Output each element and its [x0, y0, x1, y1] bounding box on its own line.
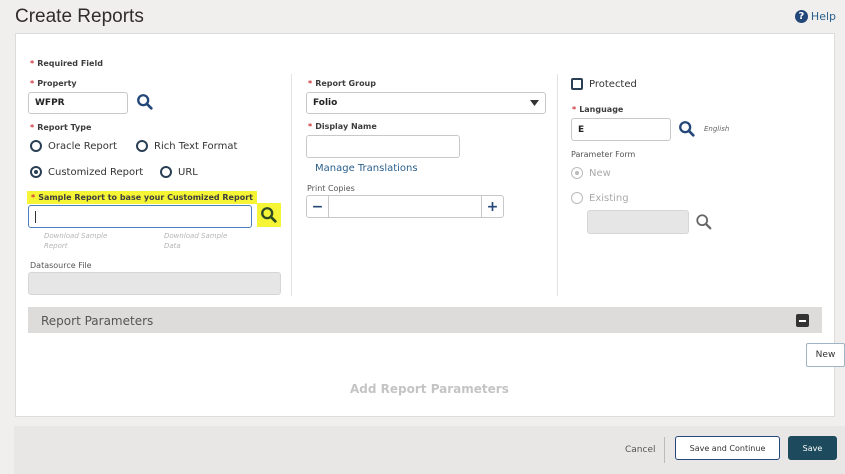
sample-report-input[interactable]: [28, 205, 252, 228]
sample-report-search-icon[interactable]: [260, 206, 278, 224]
cancel-button[interactable]: Cancel: [625, 445, 656, 455]
radio-dot-selected: [571, 167, 583, 179]
column-divider: [291, 74, 292, 296]
radio-url[interactable]: URL: [160, 166, 198, 178]
collapse-icon[interactable]: [796, 314, 809, 327]
language-search-icon[interactable]: [678, 120, 696, 138]
protected-checkbox[interactable]: Protected: [571, 78, 637, 90]
text-cursor: [35, 210, 36, 223]
property-label: * Property: [30, 79, 77, 88]
property-search-icon[interactable]: [136, 93, 154, 111]
decrement-button[interactable]: −: [307, 196, 329, 217]
download-sample-report-link[interactable]: Download Sample Report: [44, 231, 124, 251]
existing-parameter-input: [587, 210, 689, 234]
save-button[interactable]: Save: [788, 436, 837, 460]
sample-report-label: * Sample Report to base your Customized R…: [27, 191, 257, 204]
radio-rich-text-format[interactable]: Rich Text Format: [136, 140, 237, 152]
footer-divider: [664, 437, 665, 463]
property-input[interactable]: WFPR: [28, 92, 128, 114]
language-description: English: [704, 125, 730, 133]
language-input[interactable]: E: [571, 118, 671, 141]
datasource-file-label: Datasource File: [30, 261, 92, 270]
parameter-form-label: Parameter Form: [571, 150, 636, 159]
print-copies-input[interactable]: [329, 196, 481, 217]
display-name-input[interactable]: [306, 135, 460, 158]
save-and-continue-button[interactable]: Save and Continue: [675, 436, 780, 460]
radio-parameter-existing: Existing: [571, 192, 629, 204]
print-copies-stepper: − +: [306, 195, 504, 218]
radio-dot: [571, 192, 583, 204]
column-divider: [557, 74, 558, 296]
radio-dot: [30, 140, 42, 152]
radio-oracle-report[interactable]: Oracle Report: [30, 140, 117, 152]
new-parameter-button[interactable]: New: [806, 343, 845, 367]
language-label: * Language: [572, 105, 624, 114]
display-name-label: * Display Name: [308, 122, 377, 131]
report-group-label: * Report Group: [308, 79, 376, 88]
radio-dot: [136, 140, 148, 152]
help-icon: ?: [794, 10, 808, 23]
required-field-note: * Required Field: [30, 59, 103, 68]
print-copies-label: Print Copies: [307, 184, 355, 193]
report-parameters-title: Report Parameters: [41, 314, 154, 328]
checkbox-box: [571, 78, 583, 90]
radio-parameter-new: New: [571, 167, 611, 179]
page-title: Create Reports: [15, 6, 144, 27]
radio-customized-report[interactable]: Customized Report: [30, 166, 143, 178]
report-type-label: * Report Type: [30, 123, 92, 132]
radio-dot: [160, 166, 172, 178]
help-link[interactable]: ? Help: [794, 10, 836, 23]
report-group-select[interactable]: Folio: [306, 92, 546, 114]
download-sample-data-link[interactable]: Download Sample Data: [164, 231, 244, 251]
help-label: Help: [810, 10, 836, 23]
radio-dot-selected: [30, 166, 42, 178]
manage-translations-link[interactable]: Manage Translations: [315, 163, 418, 174]
increment-button[interactable]: +: [481, 196, 503, 217]
existing-search-icon: [696, 214, 712, 230]
add-report-parameters-text: Add Report Parameters: [350, 382, 509, 396]
chevron-down-icon: [530, 100, 539, 106]
datasource-file-input: [28, 272, 281, 295]
